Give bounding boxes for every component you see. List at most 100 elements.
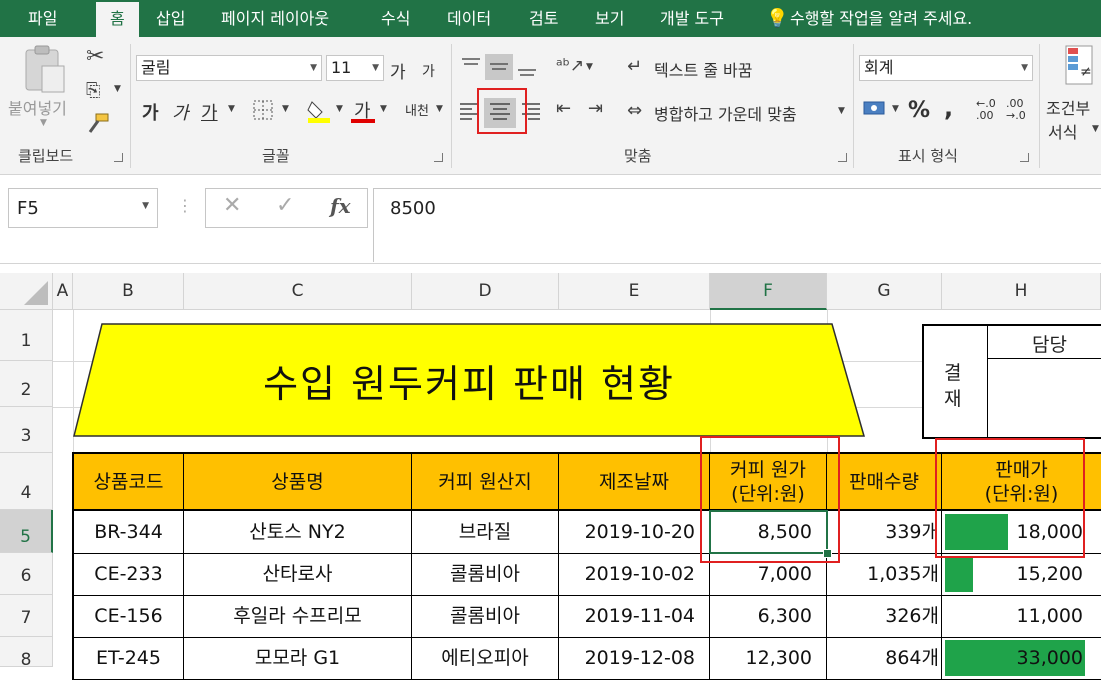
cell-qty[interactable]: 864개: [827, 637, 942, 679]
bold-button[interactable]: 가: [142, 99, 159, 125]
column-header-c[interactable]: C: [184, 273, 412, 310]
cell-qty[interactable]: 339개: [827, 511, 942, 553]
orientation-dropdown-icon[interactable]: ▼: [586, 62, 593, 72]
cell-cost[interactable]: 12,300: [710, 637, 827, 679]
cell-origin[interactable]: 콜롬비아: [412, 553, 559, 595]
cell-code[interactable]: ET-245: [72, 637, 184, 679]
percent-button[interactable]: %: [908, 98, 930, 123]
name-box[interactable]: F5 ▼: [8, 188, 158, 228]
cell-date[interactable]: 2019-11-04: [559, 595, 710, 637]
underline-dropdown-icon[interactable]: ▼: [228, 104, 235, 114]
tab-page-layout[interactable]: 페이지 레이아웃: [221, 0, 329, 37]
row-header-5[interactable]: 5: [0, 510, 53, 553]
shrink-font-button[interactable]: 가: [422, 61, 435, 81]
alignment-launcher-icon[interactable]: [838, 153, 847, 162]
column-header-f[interactable]: F: [710, 273, 827, 310]
cell-code[interactable]: CE-233: [72, 553, 184, 595]
merge-dropdown-icon[interactable]: ▼: [838, 106, 845, 116]
cell-code[interactable]: BR-344: [72, 511, 184, 553]
cell-cost[interactable]: 6,300: [710, 595, 827, 637]
font-name-combo[interactable]: 굴림 ▼: [136, 55, 322, 81]
conditional-formatting-button[interactable]: 조건부: [1046, 95, 1090, 119]
cell-origin[interactable]: 브라질: [412, 511, 559, 553]
row-header-2[interactable]: 2: [0, 361, 53, 407]
fill-color-icon[interactable]: [306, 96, 332, 124]
comma-button[interactable]: ,: [944, 94, 953, 122]
cell-name[interactable]: 산토스 NY2: [184, 511, 412, 553]
row-header-6[interactable]: 6: [0, 553, 53, 595]
cell-date[interactable]: 2019-12-08: [559, 637, 710, 679]
clipboard-launcher-icon[interactable]: [114, 153, 123, 162]
cell-name[interactable]: 후일라 수프리모: [184, 595, 412, 637]
tab-home[interactable]: 홈: [96, 2, 139, 37]
number-launcher-icon[interactable]: [1020, 153, 1029, 162]
tab-view[interactable]: 보기: [595, 0, 624, 37]
copy-dropdown-icon[interactable]: ▼: [114, 84, 121, 94]
cell-price[interactable]: 15,200: [942, 553, 1101, 595]
tell-me-box[interactable]: 수행할 작업을 알려 주세요.: [790, 0, 972, 37]
row-header-7[interactable]: 7: [0, 595, 53, 637]
cell-qty[interactable]: 1,035개: [827, 553, 942, 595]
cell-price[interactable]: 33,000: [942, 637, 1101, 679]
orientation-icon[interactable]: ᵃᵇ↗: [556, 56, 584, 76]
cancel-icon[interactable]: ✕: [223, 193, 241, 218]
conditional-dropdown-icon[interactable]: ▼: [1092, 124, 1099, 134]
cell-origin[interactable]: 에티오피아: [412, 637, 559, 679]
enter-icon[interactable]: ✓: [276, 193, 294, 218]
tab-review[interactable]: 검토: [529, 0, 558, 37]
row-header-4[interactable]: 4: [0, 453, 53, 510]
accounting-format-icon[interactable]: [862, 98, 888, 120]
decrease-indent-icon[interactable]: ⇤: [556, 98, 571, 119]
decrease-decimal-button[interactable]: .00 →.0: [1006, 98, 1032, 122]
cell-name[interactable]: 모모라 G1: [184, 637, 412, 679]
font-color-dropdown-icon[interactable]: ▼: [380, 104, 387, 114]
tab-file[interactable]: 파일: [28, 0, 57, 37]
paste-dropdown-arrow[interactable]: ▼: [40, 118, 47, 128]
cell-code[interactable]: CE-156: [72, 595, 184, 637]
row-header-3[interactable]: 3: [0, 407, 53, 453]
borders-dropdown-icon[interactable]: ▼: [282, 104, 289, 114]
column-header-h[interactable]: H: [942, 273, 1101, 310]
cut-icon[interactable]: ✂: [86, 44, 104, 69]
phonetic-dropdown-icon[interactable]: ▼: [436, 104, 443, 114]
accounting-dropdown-icon[interactable]: ▼: [892, 104, 899, 114]
increase-decimal-button[interactable]: ←.0 .00: [976, 98, 1002, 122]
row-header-1[interactable]: 1: [0, 310, 53, 361]
tab-insert[interactable]: 삽입: [156, 0, 185, 37]
center-align-highlight[interactable]: [477, 88, 527, 134]
copy-icon[interactable]: ⎘: [86, 80, 100, 101]
phonetic-button[interactable]: 내천: [405, 100, 429, 119]
insert-function-button[interactable]: fx: [330, 194, 351, 218]
cell-date[interactable]: 2019-10-20: [559, 511, 710, 553]
underline-button[interactable]: 가: [201, 99, 218, 125]
cell-name[interactable]: 산타로사: [184, 553, 412, 595]
borders-icon[interactable]: [252, 99, 274, 121]
paste-icon[interactable]: [20, 44, 68, 96]
column-header-a[interactable]: A: [53, 273, 73, 310]
merge-center-button[interactable]: 병합하고 가운데 맞춤: [654, 101, 797, 125]
tab-data[interactable]: 데이터: [447, 0, 491, 37]
number-format-combo[interactable]: 회계 ▼: [859, 55, 1033, 81]
formula-input[interactable]: 8500: [373, 188, 1101, 262]
cell-price[interactable]: 11,000: [942, 595, 1101, 637]
column-header-g[interactable]: G: [827, 273, 942, 310]
cell-date[interactable]: 2019-10-02: [559, 553, 710, 595]
select-all-corner[interactable]: [0, 273, 53, 310]
column-header-b[interactable]: B: [73, 273, 184, 310]
italic-button[interactable]: 가: [172, 99, 189, 125]
grow-font-button[interactable]: 가: [390, 58, 406, 83]
tab-developer[interactable]: 개발 도구: [660, 0, 724, 37]
fill-color-dropdown-icon[interactable]: ▼: [336, 104, 343, 114]
increase-indent-icon[interactable]: ⇥: [588, 98, 603, 119]
font-launcher-icon[interactable]: [434, 153, 443, 162]
wrap-text-button[interactable]: 텍스트 줄 바꿈: [654, 57, 753, 81]
font-size-combo[interactable]: 11 ▼: [326, 55, 384, 81]
cell-qty[interactable]: 326개: [827, 595, 942, 637]
row-header-8[interactable]: 8: [0, 637, 53, 670]
tab-formulas[interactable]: 수식: [381, 0, 410, 37]
format-painter-icon[interactable]: [86, 112, 110, 134]
column-header-d[interactable]: D: [412, 273, 559, 310]
cell-origin[interactable]: 콜롬비아: [412, 595, 559, 637]
paste-button[interactable]: 붙여넣기: [8, 95, 67, 119]
column-header-e[interactable]: E: [559, 273, 710, 310]
